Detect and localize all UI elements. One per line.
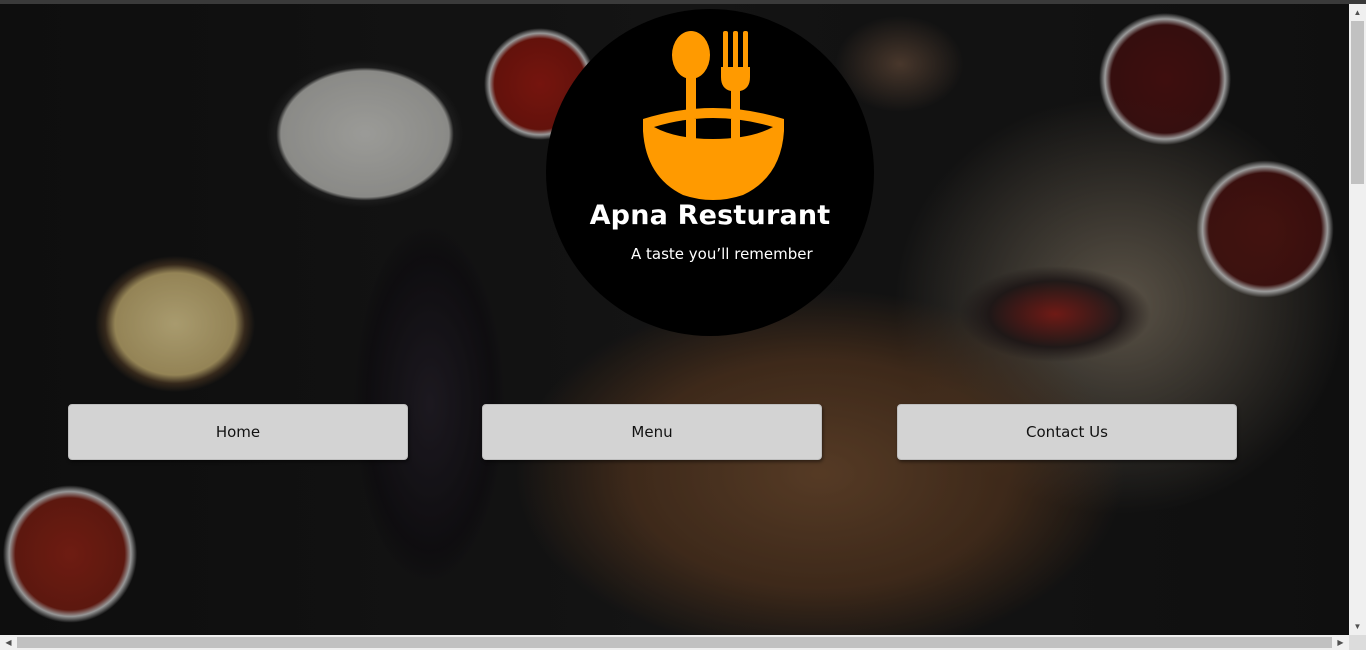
nav-menu-button[interactable]: Menu — [482, 404, 822, 460]
bowl-spoon-fork-icon — [643, 31, 784, 200]
browser-viewport: Apna Resturant A taste you’ll remember H… — [0, 0, 1366, 650]
scroll-left-arrow-icon[interactable]: ◀ — [0, 635, 17, 650]
brand-name: Apna Resturant — [589, 200, 831, 231]
scroll-up-arrow-icon[interactable]: ▲ — [1349, 4, 1366, 21]
scroll-down-arrow-icon[interactable]: ▼ — [1349, 618, 1366, 635]
scrollbar-corner — [1349, 635, 1366, 650]
scroll-right-arrow-icon[interactable]: ▶ — [1332, 635, 1349, 650]
logo[interactable]: Apna Resturant A taste you’ll remember — [546, 9, 874, 336]
hero-section: Apna Resturant A taste you’ll remember H… — [0, 4, 1349, 635]
horizontal-scroll-thumb[interactable] — [17, 637, 1332, 648]
vertical-scrollbar[interactable]: ▲ ▼ — [1349, 4, 1366, 635]
vertical-scroll-thumb[interactable] — [1351, 21, 1364, 184]
nav-home-button[interactable]: Home — [68, 404, 408, 460]
horizontal-scrollbar[interactable]: ◀ ▶ — [0, 635, 1349, 650]
nav-contact-us-button[interactable]: Contact Us — [897, 404, 1237, 460]
brand-tagline: A taste you’ll remember — [631, 245, 813, 263]
